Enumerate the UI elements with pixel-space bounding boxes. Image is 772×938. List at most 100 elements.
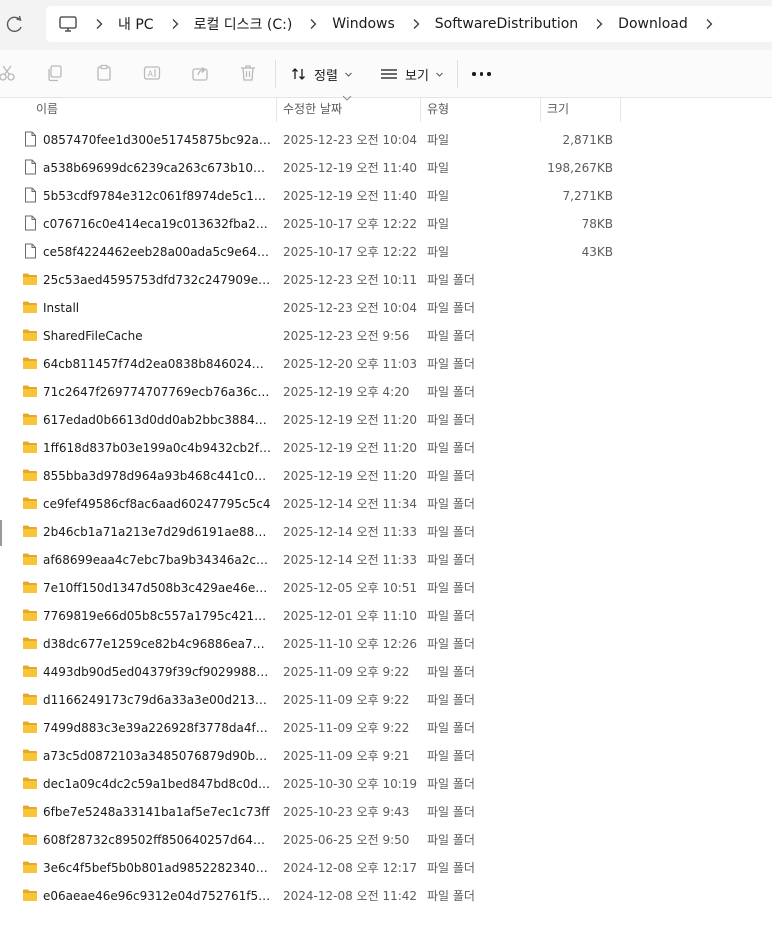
file-row[interactable]: d38dc677e1259ce82b4c96886ea7a318 2025-11-…: [0, 630, 772, 658]
file-name: 5b53cdf9784e312c061f8974de5c12da...: [43, 189, 271, 203]
column-size[interactable]: 크기: [547, 97, 569, 122]
file-row[interactable]: 5b53cdf9784e312c061f8974de5c12da... 2025-…: [0, 182, 772, 210]
breadcrumb-item[interactable]: SoftwareDistribution: [395, 16, 578, 32]
sort-icon: [292, 68, 305, 80]
file-type: 파일 폴더: [427, 861, 475, 875]
file-date: 2025-11-09 오후 9:22: [283, 665, 410, 679]
file-row[interactable]: 7e10ff150d1347d508b3c429ae46e260 2025-12-…: [0, 574, 772, 602]
file-type: 파일 폴더: [427, 833, 475, 847]
column-date[interactable]: 수정한 날짜: [283, 97, 342, 122]
file-row[interactable]: a73c5d0872103a3485076879d90bb1f8 2025-11-…: [0, 742, 772, 770]
file-date: 2025-12-23 오전 10:04: [283, 301, 418, 315]
column-separator[interactable]: [620, 97, 621, 122]
toolbar-divider: [275, 60, 276, 88]
breadcrumb-item[interactable]: 로컬 디스크 (C:): [154, 14, 292, 34]
chevron-right-icon[interactable]: [409, 17, 423, 31]
file-row[interactable]: 2b46cb1a71a213e7d29d6191ae883e43 2025-12-…: [0, 518, 772, 546]
file-row[interactable]: 4493db90d5ed04379f39cf9029988d44 2025-11-…: [0, 658, 772, 686]
rename-icon[interactable]: A: [143, 64, 161, 82]
share-icon[interactable]: [191, 64, 209, 82]
file-date: 2024-12-08 오후 12:17: [283, 861, 418, 875]
file-name: af68699eaa4c7ebc7ba9b34346a2cece: [43, 553, 271, 567]
file-date: 2025-12-01 오후 11:10: [283, 609, 418, 623]
file-date: 2025-12-23 오전 10:11: [283, 273, 418, 287]
sort-button[interactable]: 정렬: [291, 62, 353, 86]
column-separator[interactable]: [540, 97, 541, 122]
file-type: 파일 폴더: [427, 749, 475, 763]
column-separator[interactable]: [276, 97, 277, 122]
file-icon: [25, 159, 36, 175]
file-date: 2025-12-19 오전 11:40: [283, 189, 418, 203]
file-type: 파일: [427, 245, 450, 259]
file-row[interactable]: d1166249173c79d6a33a3e00d21349db 2025-11-…: [0, 686, 772, 714]
delete-icon[interactable]: [239, 64, 257, 82]
column-name[interactable]: 이름: [36, 97, 58, 122]
chevron-right-icon[interactable]: [592, 17, 606, 31]
chevron-right-icon[interactable]: [306, 17, 320, 31]
file-row[interactable]: dec1a09c4dc2c59a1bed847bd8c0d2d4 2025-10-…: [0, 770, 772, 798]
file-row[interactable]: ce9fef49586cf8ac6aad60247795c5c4 2025-12-…: [0, 490, 772, 518]
file-row[interactable]: 25c53aed4595753dfd732c247909ee31 2025-12-…: [0, 266, 772, 294]
file-type: 파일: [427, 217, 450, 231]
paste-icon[interactable]: [95, 64, 113, 82]
chevron-right-icon[interactable]: [92, 17, 106, 31]
file-row[interactable]: 855bba3d978d964a93b468c441c00816 2025-12-…: [0, 462, 772, 490]
file-type: 파일 폴더: [427, 805, 475, 819]
file-icon: [25, 131, 36, 147]
file-row[interactable]: c076716c0e414eca19c013632fba2027... 2025-…: [0, 210, 772, 238]
file-date: 2025-12-20 오후 11:03: [283, 357, 418, 371]
column-separator[interactable]: [420, 97, 421, 122]
file-row[interactable]: 71c2647f269774707769ecb76a36c33c 2025-12-…: [0, 378, 772, 406]
file-row[interactable]: 0857470fee1d300e51745875bc92a9cc... 2025-…: [0, 126, 772, 154]
cut-icon[interactable]: [0, 64, 16, 82]
file-type: 파일 폴더: [427, 777, 475, 791]
file-size: 78KB: [581, 217, 613, 231]
file-row[interactable]: Install 2025-12-23 오전 10:04 파일 폴더: [0, 294, 772, 322]
sort-descending-icon: [342, 95, 352, 101]
computer-icon[interactable]: [58, 14, 78, 34]
folder-icon: [23, 413, 37, 425]
file-name: 7499d883c3e39a226928f3778da4f602: [43, 721, 271, 735]
breadcrumb-item[interactable]: Windows: [292, 16, 395, 32]
file-row[interactable]: 6fbe7e5248a33141ba1af5e7ec1c73ff 2025-10-…: [0, 798, 772, 826]
file-date: 2025-11-09 오후 9:22: [283, 721, 410, 735]
file-row[interactable]: SharedFileCache 2025-12-23 오전 9:56 파일 폴더: [0, 322, 772, 350]
command-bar: A 정렬 보기: [0, 50, 772, 98]
refresh-icon[interactable]: [6, 14, 24, 36]
file-row[interactable]: 617edad0b6613d0dd0ab2bbc38848ccb 2025-12-…: [0, 406, 772, 434]
file-row[interactable]: 7499d883c3e39a226928f3778da4f602 2025-11-…: [0, 714, 772, 742]
file-date: 2025-11-10 오후 12:26: [283, 637, 418, 651]
file-date: 2024-12-08 오전 11:42: [283, 889, 418, 903]
file-icon: [25, 215, 36, 231]
column-type[interactable]: 유형: [427, 97, 449, 122]
file-row[interactable]: 3e6c4f5bef5b0b801ad9852282340e4c 2024-12-…: [0, 854, 772, 882]
file-row[interactable]: 64cb811457f74d2ea0838b8460241c1b 2025-12-…: [0, 350, 772, 378]
file-type: 파일 폴더: [427, 273, 475, 287]
file-row[interactable]: ce58f4224462eeb28a00ada5c9e643e9... 2025-…: [0, 238, 772, 266]
file-row[interactable]: e06aeae46e96c9312e04d752761f53bd 2024-12-…: [0, 882, 772, 910]
chevron-right-icon[interactable]: [702, 17, 716, 31]
folder-icon: [23, 357, 37, 369]
chevron-right-icon[interactable]: [168, 17, 182, 31]
file-date: 2025-12-14 오전 11:34: [283, 497, 418, 511]
more-options-icon[interactable]: [472, 72, 491, 76]
file-name: e06aeae46e96c9312e04d752761f53bd: [43, 889, 271, 903]
file-row[interactable]: af68699eaa4c7ebc7ba9b34346a2cece 2025-12-…: [0, 546, 772, 574]
file-row[interactable]: a538b69699dc6239ca263c673b10b95... 2025-1…: [0, 154, 772, 182]
file-date: 2025-12-19 오전 11:20: [283, 413, 418, 427]
breadcrumb-item[interactable]: 내 PC: [78, 14, 154, 34]
folder-icon: [23, 777, 37, 789]
file-name: 6fbe7e5248a33141ba1af5e7ec1c73ff: [43, 805, 270, 819]
breadcrumb-next[interactable]: [688, 17, 728, 31]
breadcrumb[interactable]: 내 PC 로컬 디스크 (C:) Windows SoftwareDistributi…: [46, 6, 772, 42]
file-row[interactable]: 7769819e66d05b8c557a1795c4211c26 2025-12-…: [0, 602, 772, 630]
breadcrumb-item[interactable]: Download: [578, 16, 688, 32]
file-name: 0857470fee1d300e51745875bc92a9cc...: [43, 133, 271, 147]
breadcrumb-label: Windows: [332, 16, 395, 32]
copy-icon[interactable]: [46, 64, 64, 82]
view-button[interactable]: 보기: [380, 62, 444, 86]
file-type: 파일 폴더: [427, 637, 475, 651]
file-row[interactable]: 608f28732c89502ff850640257d641ea 2025-06-…: [0, 826, 772, 854]
folder-icon: [23, 301, 37, 313]
file-row[interactable]: 1ff618d837b03e199a0c4b9432cb2f79 2025-12-…: [0, 434, 772, 462]
